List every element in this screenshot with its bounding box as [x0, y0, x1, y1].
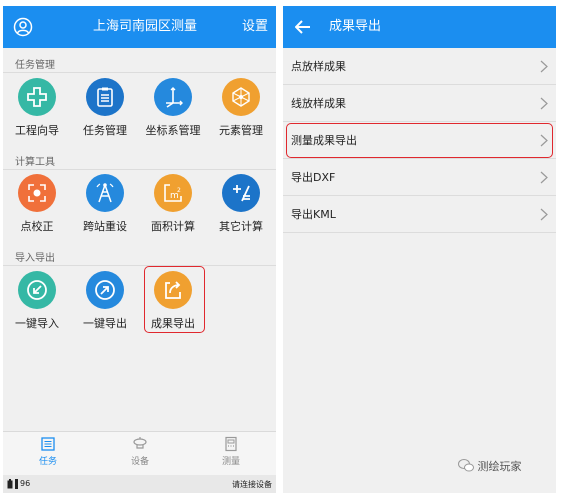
- screen-title: 成果导出: [329, 19, 382, 34]
- bottom-navigation: 任务 设备 测量: [3, 431, 276, 475]
- watermark-text: 测绘玩家: [477, 460, 522, 473]
- grid-label: 点校正: [20, 220, 54, 233]
- grid-label: 元素管理: [219, 124, 263, 137]
- chevron-right-icon: [540, 97, 548, 110]
- wechat-icon: [458, 459, 474, 472]
- project-wizard-button[interactable]: 工程向导: [3, 78, 71, 156]
- tower-icon: [86, 174, 124, 212]
- import-icon: [18, 271, 56, 309]
- one-click-export-button[interactable]: 一键导出: [71, 271, 139, 349]
- nav-device[interactable]: 设备: [110, 436, 170, 467]
- list-item-export-dxf[interactable]: 导出DXF: [283, 159, 556, 196]
- grid-label: 面积计算: [151, 220, 195, 233]
- battery-icon: [7, 479, 13, 489]
- home-screen: 上海司南园区测量 设置 任务管理 工程向导 任务管理 坐标系管理 元素管理 计算…: [3, 6, 276, 493]
- wechat-watermark: 测绘玩家: [458, 458, 522, 474]
- connect-device-status[interactable]: 请连接设备: [232, 479, 272, 490]
- back-arrow-icon[interactable]: [295, 20, 311, 34]
- nav-survey[interactable]: 测量: [201, 436, 261, 467]
- grid-label: 其它计算: [219, 220, 263, 233]
- nav-device-label: 设备: [130, 457, 149, 467]
- signal-icon: [15, 479, 18, 489]
- section-divider: [3, 169, 276, 170]
- area-icon: m2: [154, 174, 192, 212]
- battery-level: 96: [20, 479, 31, 488]
- network-icon: [222, 78, 260, 116]
- grid-label: 任务管理: [83, 124, 127, 137]
- svg-text:2: 2: [177, 187, 181, 194]
- result-export-screen: 成果导出 点放样成果 线放样成果 测量成果导出 导出DXF 导出KML: [283, 6, 556, 493]
- list-item-export-kml[interactable]: 导出KML: [283, 196, 556, 233]
- status-bar: 96 请连接设备: [3, 475, 276, 493]
- task-management-button[interactable]: 任务管理: [71, 78, 139, 156]
- grid-label: 一键导入: [15, 317, 59, 330]
- section-title-import-export: 导入导出: [15, 253, 55, 264]
- result-export-highlight: [144, 266, 205, 333]
- nav-task[interactable]: 任务: [18, 436, 78, 467]
- nav-survey-label: 测量: [221, 457, 240, 467]
- area-calc-button[interactable]: m2 面积计算: [139, 174, 207, 252]
- list-item-label: 点放样成果: [291, 60, 346, 73]
- chevron-right-icon: [540, 60, 548, 73]
- calculator-icon: [222, 174, 260, 212]
- grid-label: 跨站重设: [83, 220, 127, 233]
- section-divider: [3, 265, 276, 266]
- settings-button[interactable]: 设置: [242, 6, 268, 48]
- one-click-import-button[interactable]: 一键导入: [3, 271, 71, 349]
- list-item-point-stakeout-results[interactable]: 点放样成果: [283, 48, 556, 85]
- survey-results-export-highlight: [286, 123, 553, 158]
- clipboard-icon: [86, 78, 124, 116]
- survey-icon: [225, 436, 237, 452]
- section-title-task-management: 任务管理: [15, 60, 55, 71]
- other-calc-button[interactable]: 其它计算: [207, 174, 275, 252]
- chevron-right-icon: [540, 171, 548, 184]
- export-icon: [86, 271, 124, 309]
- grid-label: 工程向导: [15, 124, 59, 137]
- plus-icon: [18, 78, 56, 116]
- axis-icon: [154, 78, 192, 116]
- target-icon: [18, 174, 56, 212]
- nav-task-label: 任务: [38, 457, 57, 467]
- element-management-button[interactable]: 元素管理: [207, 78, 275, 156]
- result-export-app-bar: 成果导出: [283, 6, 556, 48]
- gnss-receiver-icon: [133, 437, 147, 449]
- list-item-label: 导出DXF: [291, 171, 336, 184]
- chevron-right-icon: [540, 208, 548, 221]
- project-title: 上海司南园区测量: [93, 19, 198, 34]
- list-item-label: 线放样成果: [291, 97, 346, 110]
- list-item-label: 导出KML: [291, 208, 336, 221]
- list-item-line-stakeout-results[interactable]: 线放样成果: [283, 85, 556, 122]
- point-calibration-button[interactable]: 点校正: [3, 174, 71, 252]
- task-list-icon: [41, 437, 55, 451]
- user-avatar-icon[interactable]: [13, 17, 33, 37]
- grid-label: 坐标系管理: [145, 124, 201, 137]
- grid-label: 一键导出: [83, 317, 127, 330]
- station-reset-button[interactable]: 跨站重设: [71, 174, 139, 252]
- coordinate-system-button[interactable]: 坐标系管理: [139, 78, 207, 156]
- section-title-calc-tools: 计算工具: [15, 157, 55, 168]
- home-app-bar: 上海司南园区测量 设置: [3, 6, 276, 48]
- section-divider: [3, 72, 276, 73]
